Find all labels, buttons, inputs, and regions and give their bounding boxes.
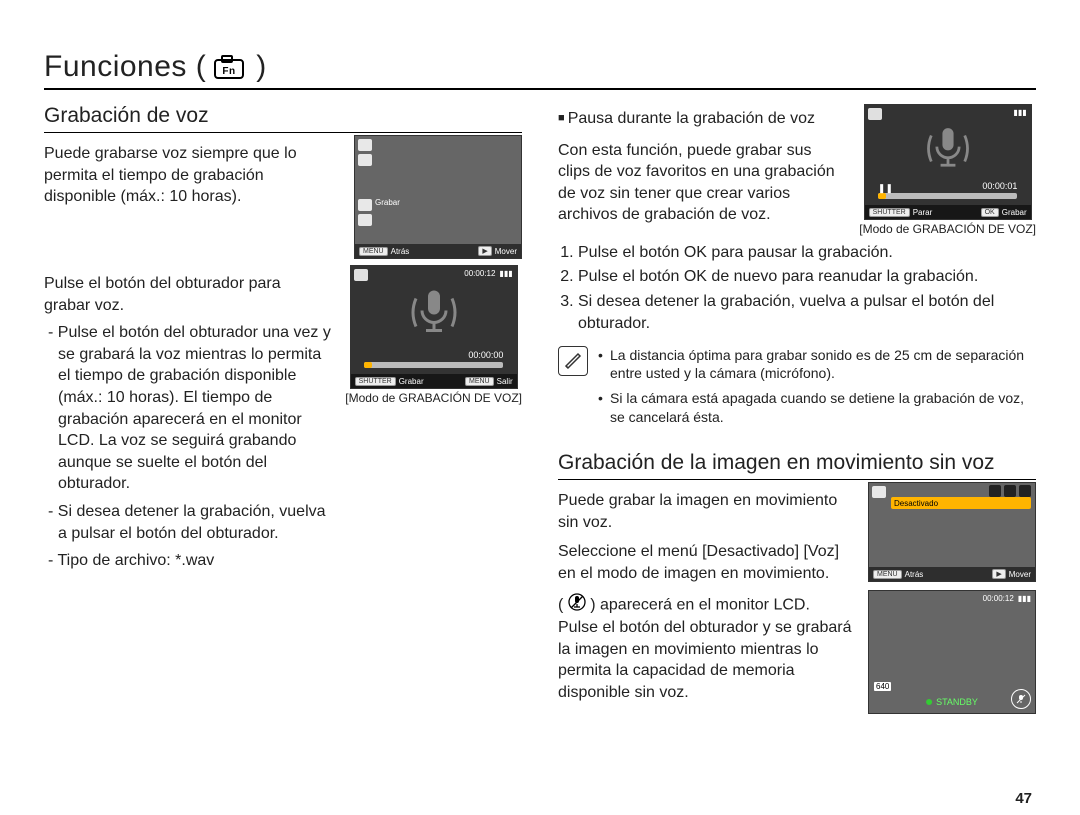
step-1: Pulse el botón OK para pausar la grabaci…: [578, 242, 1036, 264]
note-icon: [558, 346, 588, 376]
lcd-screenshot-menu: Desactivado MENUAtrás ▶ Mover: [868, 482, 1036, 582]
note-poweroff: Si la cámara está apagada cuando se deti…: [598, 389, 1036, 427]
title-text: Funciones (: [44, 50, 206, 84]
pause-icon: ❚❚: [878, 183, 888, 191]
movie-novoice-heading: Grabación de la imagen en movimiento sin…: [558, 451, 1036, 480]
battery-icon: ▮▮▮: [499, 269, 512, 278]
page-number: 47: [1015, 790, 1032, 807]
pause-timer: 00:00:01: [982, 181, 1017, 191]
back-label: Atrás: [905, 570, 924, 579]
lcd-screenshot-grabar: Grabar MENUAtrás ▶ Mover: [354, 135, 522, 259]
pause-intro: Con esta función, puede grabar sus clips…: [558, 140, 845, 226]
icon-b: [989, 485, 1001, 497]
bullet-shutter: Pulse el botón del obturador una vez y s…: [44, 322, 331, 495]
recording-caption: [Modo de GRABACIÓN DE VOZ]: [345, 391, 522, 405]
microphone-icon: [406, 284, 462, 345]
menu-badge: MENU: [465, 377, 494, 386]
pause-caption: [Modo de GRABACIÓN DE VOZ]: [859, 222, 1036, 236]
mov-p1: Puede grabar la imagen en movimiento sin…: [558, 490, 854, 533]
grabar-label: Grabar: [375, 198, 400, 207]
note-distance: La distancia óptima para grabar sonido e…: [598, 346, 1036, 384]
icon-d: [1019, 485, 1031, 497]
shutter-badge: SHUTTER: [355, 377, 396, 386]
pause-steps: Pulse el botón OK para pausar la grabaci…: [558, 242, 1036, 336]
lcd-screenshot-recording: 00:00:12 ▮▮▮ 00:00: [350, 265, 518, 389]
mov-p2: Seleccione el menú [Desactivado] [Voz] e…: [558, 541, 854, 584]
icon-c: [1004, 485, 1016, 497]
progress-bar: [878, 193, 1017, 199]
mov-p3: ( ) aparecerá en el monitor LCD. Pulse e…: [558, 593, 854, 704]
timer-label: 00:00:00: [468, 350, 503, 360]
step-2: Pulse el botón OK de nuevo para reanudar…: [578, 266, 1036, 288]
progress-bar: [364, 362, 503, 368]
setting-icon: [358, 214, 372, 226]
rec-time: 00:00:12: [983, 594, 1014, 603]
move-label: Mover: [495, 247, 517, 256]
note-box: La distancia óptima para grabar sonido e…: [558, 346, 1036, 434]
menu-badge: MENU: [359, 247, 388, 256]
lcd-screenshot-pause: ▮▮▮ ❚❚ 00:00:01: [864, 104, 1032, 220]
move-label: Mover: [1009, 570, 1031, 579]
exit-label: Salir: [497, 377, 513, 386]
menu-badge: MENU: [873, 570, 902, 579]
standby-indicator: STANDBY: [926, 697, 978, 707]
bullet-stop: Si desea detener la grabación, vuelva a …: [44, 501, 331, 544]
battery-icon: ▮▮▮: [1018, 594, 1031, 603]
rec-indicator-icon: [358, 199, 372, 211]
lcd-screenshot-standby: 00:00:12 ▮▮▮ 640 STANDBY: [868, 590, 1036, 714]
move-badge: ▶: [992, 569, 1005, 579]
back-label: Atrás: [391, 247, 410, 256]
stop-label: Parar: [913, 208, 933, 217]
voice-mid: Pulse el botón del obturador para grabar…: [44, 273, 331, 316]
svg-text:Fn: Fn: [223, 66, 236, 77]
title-rule: [44, 88, 1036, 90]
page-title: Funciones ( Fn ): [44, 50, 1036, 84]
move-badge: ▶: [478, 246, 491, 256]
left-column: Grabación de voz Puede grabarse voz siem…: [44, 104, 522, 714]
ok-badge: OK: [981, 208, 999, 217]
voice-rec-heading: Grabación de voz: [44, 104, 522, 133]
voice-intro: Puede grabarse voz siempre que lo permit…: [44, 143, 340, 208]
mic-off-indicator-icon: [1011, 689, 1031, 709]
icon-a: [872, 486, 886, 498]
grabar-label: Grabar: [399, 377, 424, 386]
elapsed-time: 00:00:12: [464, 269, 495, 278]
mic-icon: [868, 108, 882, 120]
mic-off-icon: [568, 593, 586, 618]
shutter-badge: SHUTTER: [869, 208, 910, 217]
mic-icon: [358, 139, 372, 151]
bullet-filetype: Tipo de archivo: *.wav: [44, 550, 331, 572]
mic-icon: [354, 269, 368, 281]
title-suffix: ): [256, 50, 267, 84]
rec-label: Grabar: [1002, 208, 1027, 217]
resolution-label: 640: [874, 682, 891, 691]
battery-icon: ▮▮▮: [1013, 108, 1026, 117]
right-column: Pausa durante la grabación de voz Con es…: [558, 104, 1036, 714]
mode-icon: [358, 154, 372, 166]
pause-heading: Pausa durante la grabación de voz: [558, 108, 845, 130]
microphone-icon: [922, 122, 974, 179]
menu-highlight: Desactivado: [891, 497, 1031, 509]
camera-fn-icon: Fn: [214, 50, 248, 84]
step-3: Si desea detener la grabación, vuelva a …: [578, 291, 1036, 336]
voice-bullets: Pulse el botón del obturador una vez y s…: [44, 322, 331, 572]
